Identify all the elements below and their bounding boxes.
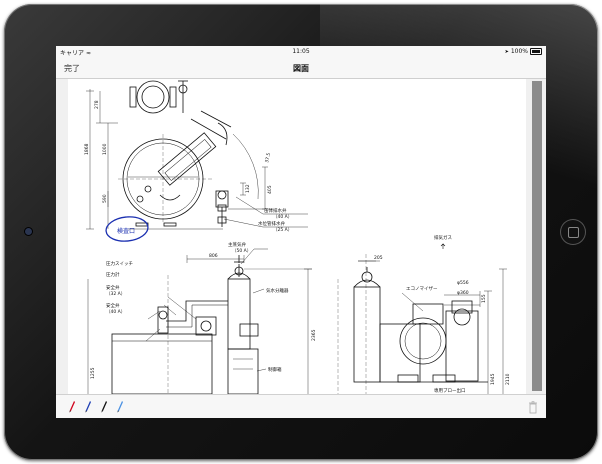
- dim-590: 590: [102, 194, 108, 203]
- status-time: 11:05: [292, 48, 310, 55]
- label-main-steam-size: （50 A）: [232, 248, 251, 254]
- label-pressure-switch: 圧力スイッチ: [106, 260, 133, 267]
- label-steam-separator: 気水分離器: [266, 287, 289, 294]
- dim-806: 806: [209, 253, 218, 259]
- location-arrow-icon: ➤: [504, 48, 509, 55]
- label-main-steam-valve: 主蒸気弁: [228, 241, 246, 248]
- dim-2110: 2110: [505, 373, 511, 385]
- black-pen-icon[interactable]: [100, 399, 107, 413]
- annotation-toolbar: [56, 394, 546, 418]
- label-safety-valve-1-size: （32 A）: [106, 291, 125, 297]
- dim-1945: 1945: [490, 373, 496, 385]
- label-solid-drain-valve: 缶体排水弁: [264, 207, 287, 214]
- light-blue-pen-icon[interactable]: [116, 399, 123, 413]
- label-safety-valve-2-size: （40 A）: [106, 309, 125, 315]
- label-control-panel: 制御箱: [268, 366, 282, 373]
- tablet-device: キャリア ≈ 11:05 ➤ 100% 完了 図面 検査口 缶体排水弁 （40 …: [0, 0, 602, 464]
- red-pen-icon[interactable]: [68, 399, 75, 413]
- dim-1255: 1255: [90, 367, 96, 379]
- label-phi556: φ556: [457, 280, 469, 286]
- page-title: 図面: [293, 64, 309, 73]
- dim-37-5: 37.5: [264, 152, 272, 163]
- status-battery-group: ➤ 100%: [505, 48, 542, 55]
- technical-drawing: 検査口 缶体排水弁 （40 A） 水位管排水弁 （25 A） 排気ガス 主蒸気弁…: [84, 80, 511, 394]
- dim-132: 132: [245, 184, 251, 193]
- battery-icon: [530, 48, 542, 55]
- label-exhaust-gas: 排気ガス: [434, 234, 452, 241]
- label-safety-valve-1: 安全弁: [106, 284, 120, 291]
- label-solid-drain-size: （40 A）: [273, 214, 292, 220]
- dim-1000: 1000: [102, 143, 108, 155]
- dim-278: 278: [94, 100, 100, 109]
- drawing-viewer[interactable]: 検査口 缶体排水弁 （40 A） 水位管排水弁 （25 A） 排気ガス 主蒸気弁…: [56, 79, 546, 394]
- battery-percent: 100%: [510, 48, 528, 55]
- home-button[interactable]: [560, 219, 586, 245]
- screen: キャリア ≈ 11:05 ➤ 100% 完了 図面 検査口 缶体排水弁 （40 …: [56, 46, 546, 418]
- inspection-port-annotation: 検査口: [117, 227, 135, 235]
- label-pressure-gauge: 圧力計: [106, 271, 120, 278]
- label-phi360: φ360: [457, 290, 469, 296]
- status-bar: キャリア ≈ 11:05 ➤ 100%: [56, 46, 546, 58]
- dim-155: 155: [481, 294, 487, 303]
- dim-1868: 1868: [84, 143, 90, 155]
- blue-pen-icon[interactable]: [84, 399, 91, 413]
- dim-2365: 2365: [311, 329, 317, 341]
- home-square-icon: [568, 227, 579, 238]
- dim-405: 405: [267, 185, 273, 194]
- label-level-drain-size: （25 A）: [273, 227, 292, 233]
- drawing-page[interactable]: 検査口 缶体排水弁 （40 A） 水位管排水弁 （25 A） 排気ガス 主蒸気弁…: [68, 79, 526, 394]
- label-level-drain-valve: 水位管排水弁: [258, 220, 285, 227]
- front-camera: [25, 228, 32, 235]
- nav-bar: 完了 図面: [56, 58, 546, 79]
- label-safety-valve-2: 安全弁: [106, 302, 120, 309]
- vertical-scrollbar[interactable]: [532, 81, 542, 391]
- dim-205: 205: [374, 255, 383, 261]
- trash-icon[interactable]: [528, 399, 538, 414]
- label-economizer: エコノマイザー: [406, 286, 438, 292]
- label-bottom-note: 専用ブロー出口: [434, 387, 466, 394]
